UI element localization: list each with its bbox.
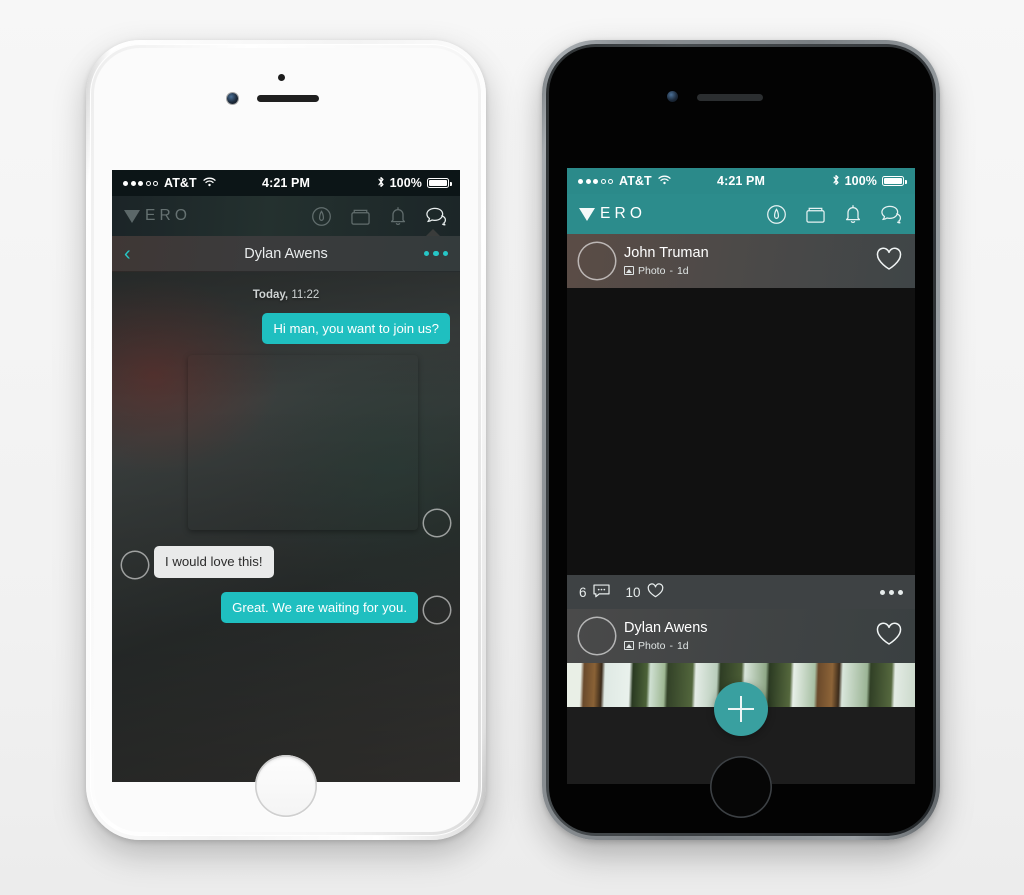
post-photo[interactable] — [567, 288, 915, 575]
conversation-more-icon[interactable] — [423, 250, 448, 257]
status-bar-left: AT&T — [123, 176, 216, 190]
post-header[interactable]: Dylan Awens Photo - 1d — [567, 609, 915, 663]
message-row-photo — [122, 355, 450, 530]
sensor-row — [542, 88, 940, 108]
battery-percent-label: 100% — [844, 174, 877, 188]
likes-count: 10 — [625, 584, 641, 600]
earpiece-speaker — [257, 95, 319, 102]
notifications-bell-icon[interactable] — [844, 204, 862, 224]
sensor-row — [86, 74, 486, 108]
wifi-icon — [203, 176, 216, 190]
nav-icon-group — [311, 206, 448, 227]
carrier-label: AT&T — [619, 174, 652, 188]
proximity-sensor-icon — [278, 74, 285, 81]
home-button[interactable] — [710, 756, 772, 818]
battery-percent-label: 100% — [389, 176, 422, 190]
post-age-label: 1d — [676, 264, 689, 277]
collections-icon[interactable] — [350, 207, 371, 226]
post-meta-separator: - — [669, 264, 673, 277]
post-more-icon[interactable] — [880, 589, 903, 595]
vero-nav-bar: ERO — [112, 196, 460, 237]
avatar — [424, 510, 450, 536]
collections-icon[interactable] — [805, 205, 826, 224]
create-post-button[interactable] — [714, 682, 768, 736]
wifi-icon — [658, 174, 671, 188]
status-bar: AT&T 4:21 PM 100% — [112, 170, 460, 196]
battery-icon — [882, 176, 907, 186]
post-author-name[interactable]: Dylan Awens — [624, 620, 708, 637]
avatar — [424, 597, 450, 623]
front-camera-icon — [227, 93, 238, 104]
signal-strength-icon — [578, 178, 613, 184]
notifications-bell-icon[interactable] — [389, 206, 407, 226]
triangle-icon — [124, 209, 140, 223]
earpiece-speaker — [697, 94, 763, 101]
bagel-sandwich-photo — [188, 355, 418, 530]
conversation-title: Dylan Awens — [244, 245, 328, 262]
day-stamp-time: 11:22 — [291, 289, 320, 301]
triangle-icon — [579, 207, 595, 221]
status-bar-left: AT&T — [578, 174, 671, 188]
comments-group[interactable]: 6 — [579, 583, 610, 601]
post-meta-separator: - — [669, 639, 673, 652]
vero-logo-text: ERO — [600, 205, 647, 222]
post-meta: Photo - 1d — [624, 265, 709, 277]
likes-group[interactable]: 10 — [625, 582, 664, 602]
avatar[interactable] — [579, 243, 615, 279]
left-phone-screen: AT&T 4:21 PM 100% ERO ‹ Dylan Awens Toda… — [112, 170, 460, 782]
post-author-block: John Truman Photo - 1d — [624, 245, 709, 277]
message-row: I would love this! — [122, 546, 450, 578]
post-header[interactable]: John Truman Photo - 1d — [567, 234, 915, 288]
profile-icon[interactable] — [766, 204, 787, 225]
right-phone-screen: AT&T 4:21 PM 100% ERO John Truman Photo … — [567, 168, 915, 784]
avatar[interactable] — [579, 618, 615, 654]
vero-logo: ERO — [579, 205, 646, 223]
home-button[interactable] — [255, 755, 317, 817]
heart-outline-icon[interactable] — [875, 246, 903, 277]
avatar — [122, 552, 148, 578]
post-type-label: Photo — [638, 264, 666, 277]
status-bar-right: 100% — [832, 174, 907, 189]
post-type-label: Photo — [638, 639, 666, 652]
heart-outline-icon[interactable] — [647, 582, 664, 602]
screenshot-stage: AT&T 4:21 PM 100% ERO ‹ Dylan Awens Toda… — [0, 0, 1024, 895]
chat-thread[interactable]: Today, 11:22 Hi man, you want to join us… — [112, 272, 460, 782]
iphone-right-device: AT&T 4:21 PM 100% ERO John Truman Photo … — [542, 40, 940, 840]
signal-strength-icon — [123, 180, 158, 186]
conversation-header: ‹ Dylan Awens — [112, 236, 460, 272]
message-bubble-incoming[interactable]: I would love this! — [154, 546, 274, 578]
heart-outline-icon[interactable] — [875, 621, 903, 652]
iphone-left-device: AT&T 4:21 PM 100% ERO ‹ Dylan Awens Toda… — [86, 40, 486, 840]
nav-icon-group — [766, 204, 903, 225]
status-bar-right: 100% — [377, 176, 452, 191]
post-action-bar: 6 10 — [567, 575, 915, 609]
carrier-label: AT&T — [164, 176, 197, 190]
battery-icon — [427, 178, 452, 188]
bluetooth-icon — [832, 174, 840, 189]
front-camera-icon — [667, 91, 678, 102]
message-bubble-outgoing[interactable]: Hi man, you want to join us? — [262, 313, 450, 345]
post-meta: Photo - 1d — [624, 640, 708, 652]
vero-logo-text: ERO — [145, 207, 192, 224]
day-stamp-label: Today, — [252, 289, 289, 301]
vero-nav-bar: ERO — [567, 194, 915, 234]
photo-icon — [624, 641, 634, 651]
comments-count: 6 — [579, 584, 587, 600]
comment-bubble-icon[interactable] — [592, 583, 610, 601]
message-row: Hi man, you want to join us? — [122, 313, 450, 345]
post-author-name[interactable]: John Truman — [624, 245, 709, 262]
post-author-block: Dylan Awens Photo - 1d — [624, 620, 708, 652]
post-age-label: 1d — [676, 639, 689, 652]
status-bar: AT&T 4:21 PM 100% — [567, 168, 915, 194]
profile-icon[interactable] — [311, 206, 332, 227]
chat-bubbles-icon[interactable] — [880, 204, 903, 224]
day-stamp: Today, 11:22 — [122, 289, 450, 301]
message-bubble-outgoing[interactable]: Great. We are waiting for you. — [221, 591, 418, 624]
message-photo-attachment[interactable] — [188, 355, 418, 530]
vero-logo: ERO — [124, 207, 191, 225]
chat-bubbles-icon[interactable] — [425, 206, 448, 226]
message-row: Great. We are waiting for you. — [122, 591, 450, 624]
bluetooth-icon — [377, 176, 385, 191]
photo-icon — [624, 266, 634, 276]
